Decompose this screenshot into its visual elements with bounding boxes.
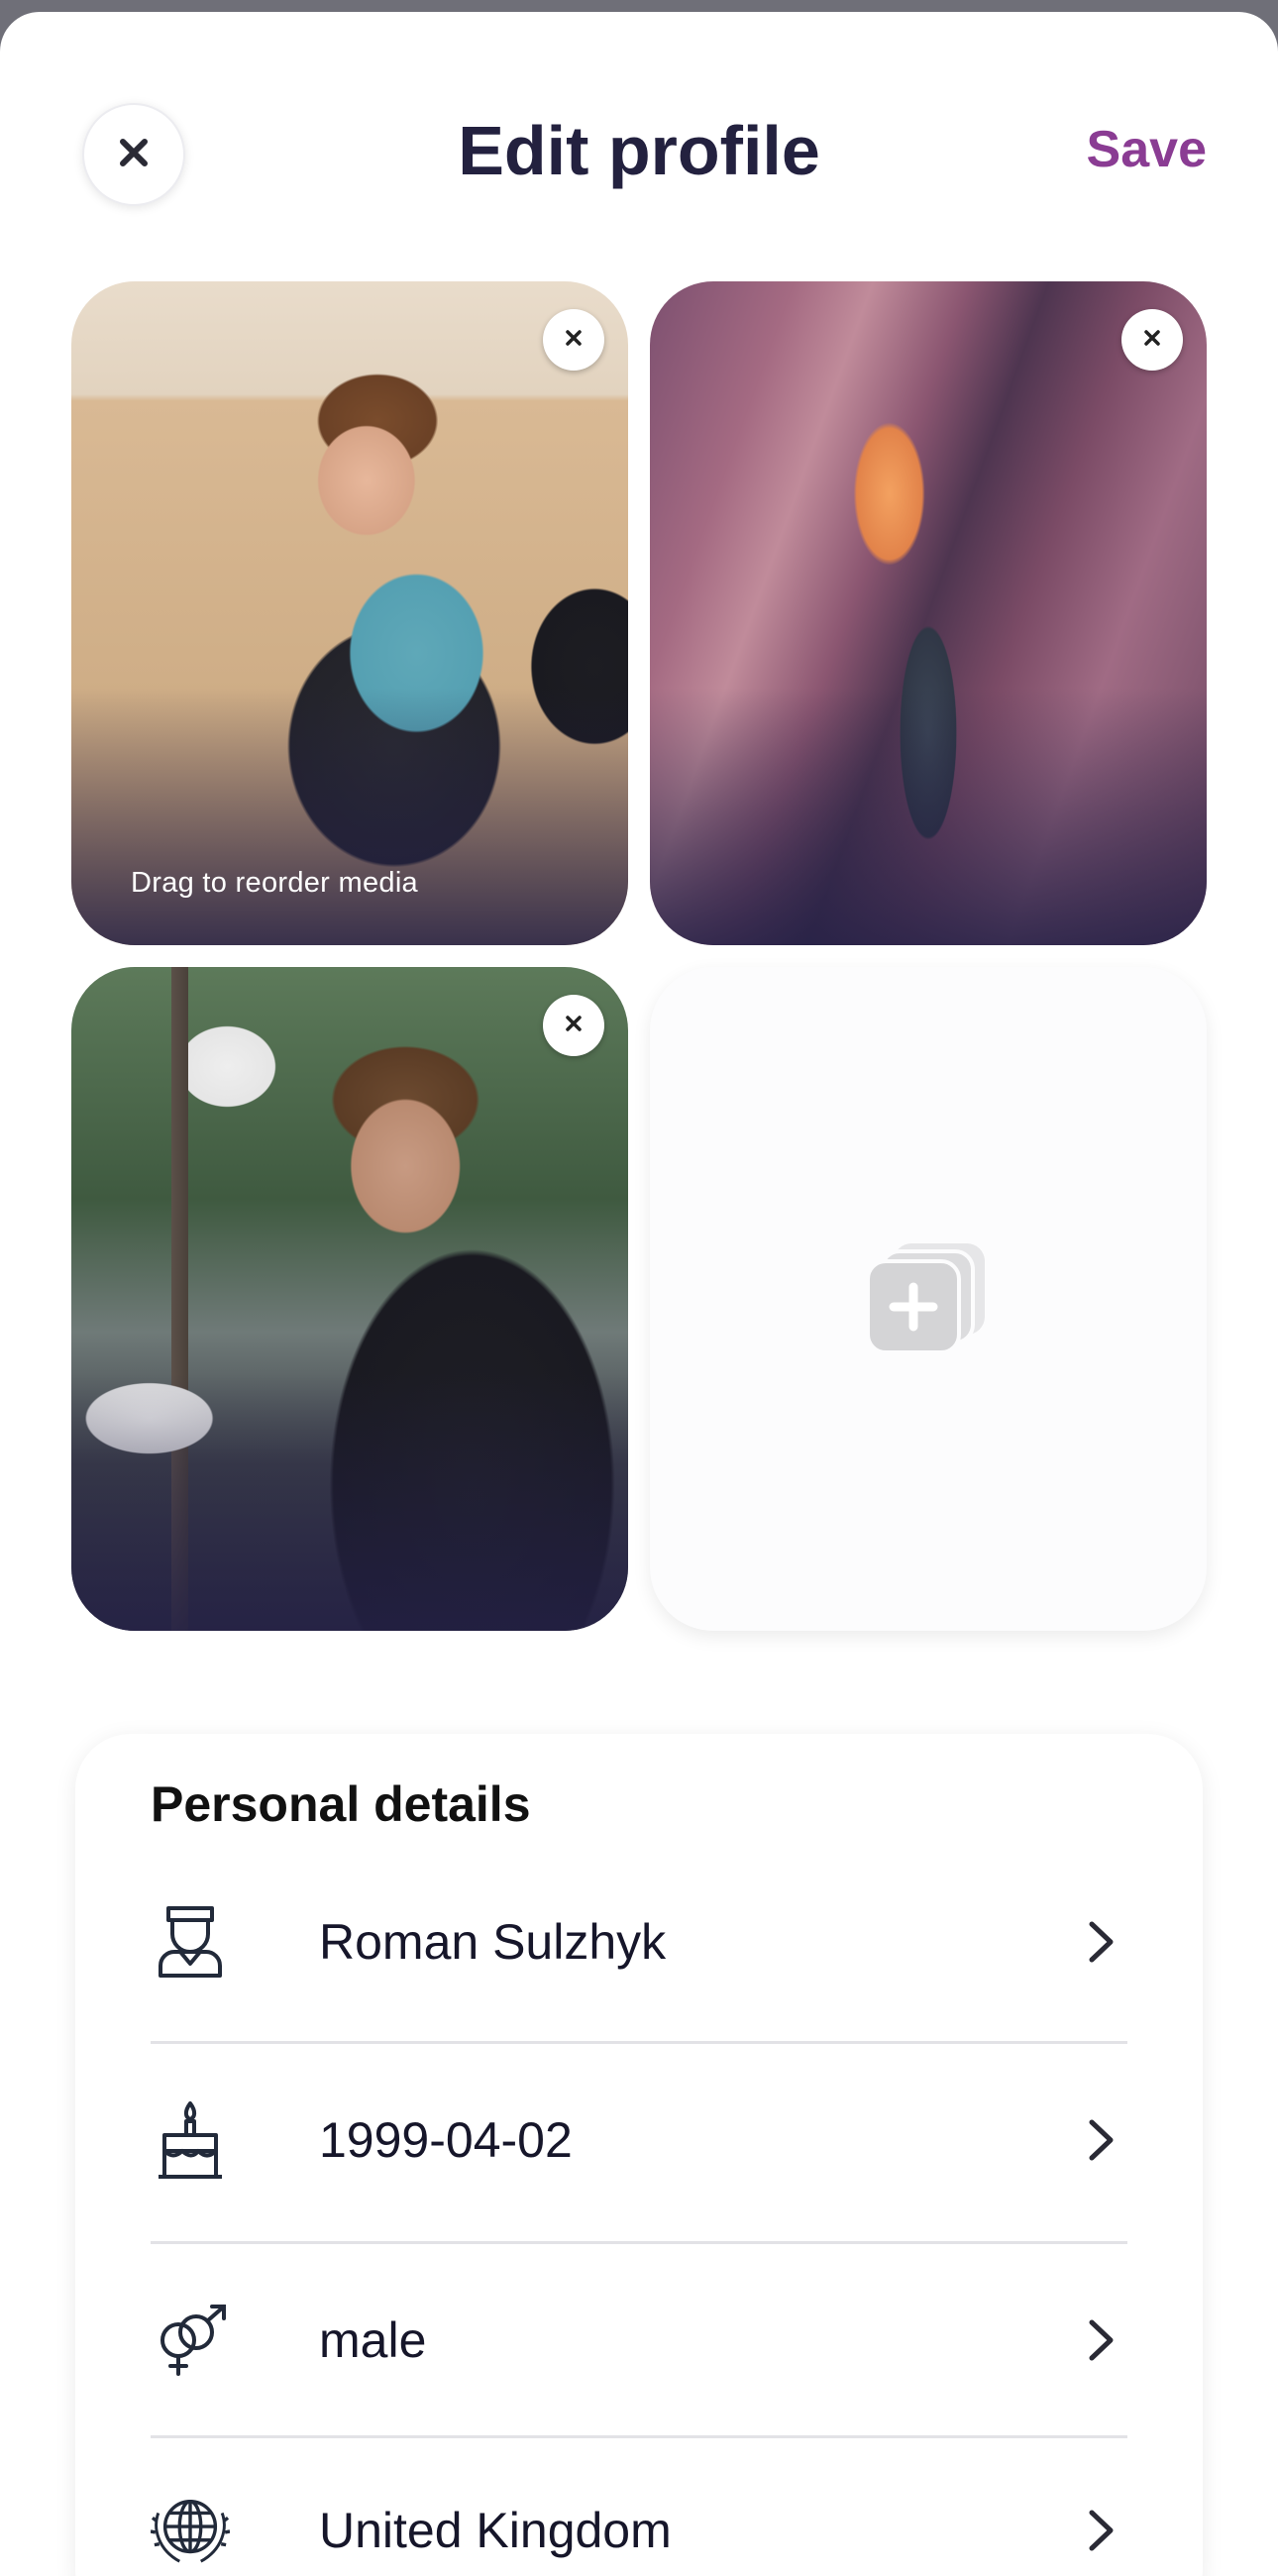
detail-row-country[interactable]: United Kingdom	[151, 2451, 1127, 2576]
profile-photo-3[interactable]	[71, 967, 628, 1631]
divider	[151, 2435, 1127, 2438]
chevron-right-icon	[1082, 2315, 1121, 2365]
divider	[151, 2241, 1127, 2244]
detail-row-name[interactable]: Roman Sulzhyk	[151, 1863, 1127, 2021]
add-photo-button[interactable]	[650, 967, 1207, 1631]
add-photo-icon	[864, 1237, 993, 1361]
divider	[151, 2041, 1127, 2044]
close-button[interactable]	[82, 103, 185, 206]
remove-photo-button[interactable]	[1121, 309, 1183, 371]
detail-row-gender[interactable]: male	[151, 2261, 1127, 2419]
remove-photo-button[interactable]	[543, 995, 604, 1056]
profile-photo-1[interactable]: Drag to reorder media	[71, 281, 628, 945]
birthdate-value: 1999-04-02	[319, 2112, 573, 2168]
remove-photo-button[interactable]	[543, 309, 604, 371]
close-icon	[1142, 328, 1162, 353]
person-icon	[151, 1902, 230, 1982]
globe-icon	[151, 2491, 230, 2570]
photo-gradient	[71, 1373, 628, 1631]
close-icon	[564, 1014, 584, 1038]
photo-gradient	[650, 688, 1207, 945]
photo-gradient	[71, 688, 628, 945]
country-value: United Kingdom	[319, 2503, 672, 2558]
gender-value: male	[319, 2312, 427, 2368]
gender-icon	[151, 2301, 230, 2380]
birthday-cake-icon	[151, 2100, 230, 2180]
reorder-hint: Drag to reorder media	[131, 867, 418, 899]
chevron-right-icon	[1082, 2506, 1121, 2555]
close-icon	[117, 136, 151, 174]
profile-photo-2[interactable]	[650, 281, 1207, 945]
save-button[interactable]: Save	[1087, 115, 1207, 184]
chevron-right-icon	[1082, 2115, 1121, 2165]
detail-row-birthday[interactable]: 1999-04-02	[151, 2061, 1127, 2219]
section-title: Personal details	[151, 1776, 531, 1832]
close-icon	[564, 328, 584, 353]
chevron-right-icon	[1082, 1917, 1121, 1967]
name-value: Roman Sulzhyk	[319, 1914, 667, 1970]
personal-details-card: Personal details Roman Sulzhyk 1999-04-0…	[75, 1734, 1203, 2576]
edit-profile-sheet: Edit profile Save Drag to reorder media	[0, 12, 1278, 2576]
